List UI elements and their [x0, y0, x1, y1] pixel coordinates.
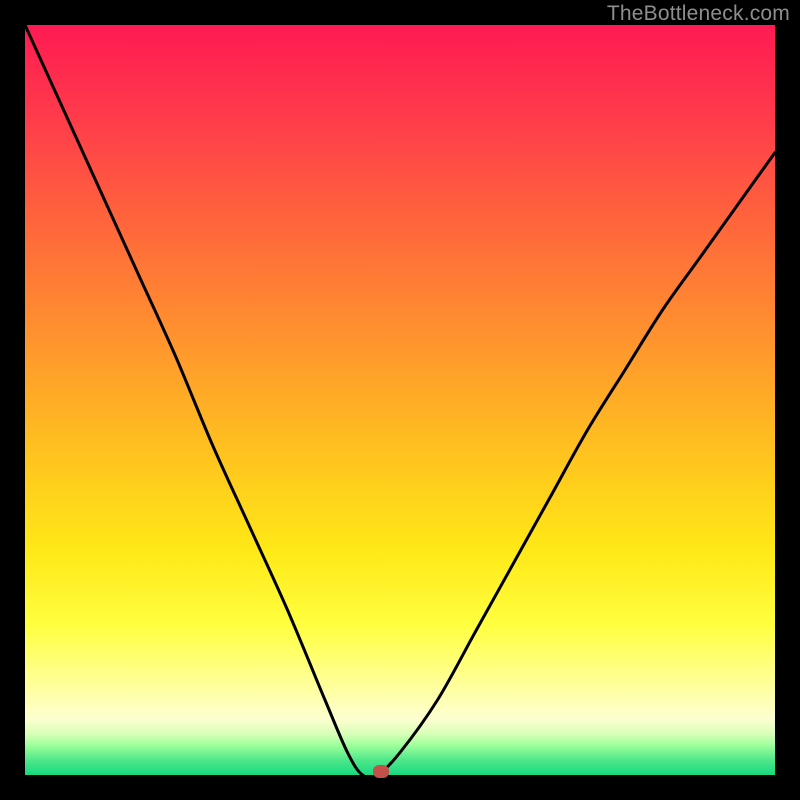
chart-frame: TheBottleneck.com	[0, 0, 800, 800]
curve-path	[25, 25, 775, 775]
plot-area	[25, 25, 775, 775]
bottleneck-curve	[25, 25, 775, 775]
watermark-text: TheBottleneck.com	[607, 2, 790, 26]
current-point-marker	[373, 765, 389, 778]
